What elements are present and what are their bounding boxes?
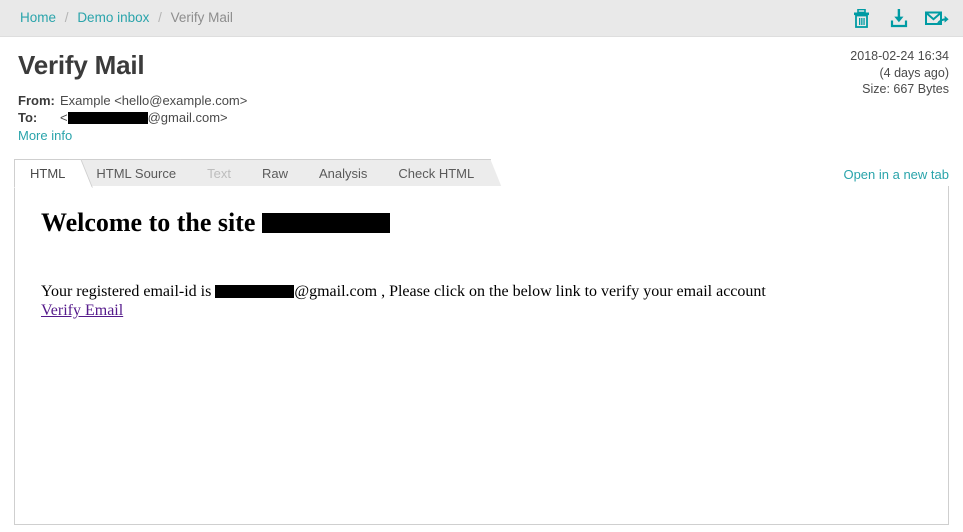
- page-title: Verify Mail: [18, 50, 145, 80]
- verify-email-link[interactable]: Verify Email: [41, 302, 123, 320]
- redaction-bar: [67, 111, 148, 124]
- mail-address-block: From: Example <hello@example.com> To: < @…: [18, 92, 247, 144]
- tab-check-html[interactable]: Check HTML: [383, 159, 492, 188]
- tab-html-source[interactable]: HTML Source: [81, 159, 194, 188]
- mail-to-suffix: @gmail.com>: [147, 110, 228, 125]
- mail-from-label: From:: [18, 93, 55, 108]
- tab-label: HTML: [30, 166, 66, 181]
- top-header-bar: Home / Demo inbox / Verify Mail: [0, 0, 963, 37]
- tab-strip: HTML HTML Source Text Raw Analysis Check…: [14, 158, 506, 188]
- mail-to-label: To:: [18, 110, 38, 125]
- tab-strip-endcap: [490, 159, 506, 188]
- tab-html[interactable]: HTML: [14, 159, 83, 188]
- tab-label: Text: [207, 166, 231, 181]
- mail-html-body: Welcome to the site Your registered emai…: [15, 186, 948, 334]
- breadcrumb: Home / Demo inbox / Verify Mail: [20, 10, 233, 25]
- mail-date: 2018-02-24 16:34: [850, 49, 949, 63]
- download-button[interactable]: [887, 5, 911, 31]
- download-icon: [890, 8, 908, 28]
- breadcrumb-separator: /: [64, 10, 69, 25]
- tab-label: HTML Source: [96, 166, 177, 181]
- toolbar-actions: [849, 5, 949, 31]
- breadcrumb-item-verify-mail: Verify Mail: [170, 10, 233, 25]
- tab-label: Analysis: [318, 166, 368, 181]
- mail-from-row: From: Example <hello@example.com>: [18, 92, 247, 109]
- mail-relative-date: (4 days ago): [879, 65, 949, 80]
- tab-analysis[interactable]: Analysis: [303, 159, 385, 188]
- mail-body-paragraph: Your registered email-id is @gmail.com ,…: [41, 282, 936, 301]
- mail-body-paragraph-suffix: @gmail.com , Please click on the below l…: [294, 283, 766, 300]
- open-in-new-tab-link[interactable]: Open in a new tab: [843, 167, 949, 182]
- breadcrumb-item-demo-inbox[interactable]: Demo inbox: [77, 10, 149, 25]
- mail-body-heading: Welcome to the site: [41, 208, 936, 238]
- mail-body-heading-text: Welcome to the site: [41, 208, 262, 237]
- forward-mail-icon: [925, 9, 949, 28]
- tab-raw[interactable]: Raw: [246, 159, 305, 188]
- tab-label: Check HTML: [398, 166, 475, 181]
- redaction-bar: [261, 213, 390, 234]
- more-info-link[interactable]: More info: [18, 127, 72, 144]
- breadcrumb-separator: /: [158, 10, 162, 25]
- redaction-bar: [215, 284, 295, 298]
- delete-button[interactable]: [849, 5, 873, 31]
- tab-text: Text: [192, 159, 248, 188]
- mail-body-paragraph-prefix: Your registered email-id is: [41, 283, 216, 300]
- mail-from-value: Example <hello@example.com>: [60, 93, 248, 108]
- mail-content-panel: Welcome to the site Your registered emai…: [14, 186, 949, 525]
- mail-meta: 2018-02-24 16:34 (4 days ago) Size: 667 …: [850, 48, 949, 98]
- forward-mail-button[interactable]: [925, 5, 949, 31]
- breadcrumb-item-home[interactable]: Home: [20, 10, 56, 25]
- mail-size: Size: 667 Bytes: [862, 82, 949, 96]
- tab-label: Raw: [261, 166, 288, 181]
- mail-to-prefix: <: [60, 110, 68, 125]
- mail-to-row: To: < @gmail.com>: [18, 109, 247, 126]
- trash-icon: [853, 8, 870, 28]
- mail-to-value: < @gmail.com>: [60, 109, 228, 126]
